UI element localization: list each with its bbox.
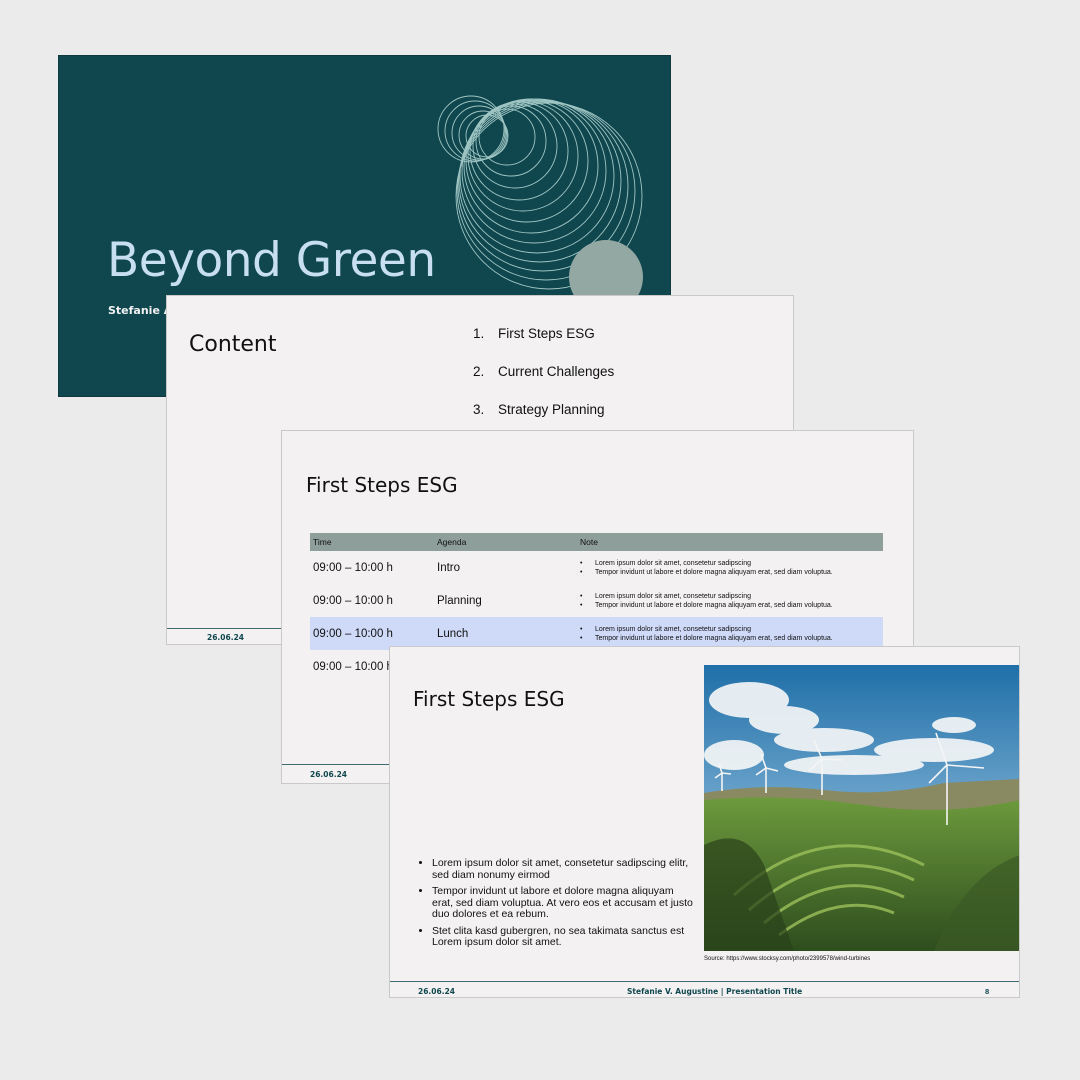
image-source-caption: Source: https://www.stocksy.com/photo/23… — [704, 956, 871, 962]
content-item: 1. First Steps ESG — [473, 326, 595, 341]
content-item: 2. Current Challenges — [473, 364, 615, 379]
table-header-row: Time Agenda Note — [310, 533, 883, 551]
bullet-item: Tempor invidunt ut labore et dolore magn… — [432, 885, 694, 921]
footer-presenter: Stefanie V. Augustine | Presentation Tit… — [627, 987, 803, 996]
footer-date: 26.06.24 — [207, 633, 245, 642]
footer-date: 26.06.24 — [418, 987, 456, 996]
image-slide-heading: First Steps ESG — [413, 687, 565, 711]
content-list: 1. First Steps ESG 2. Current Challenges 3… — [473, 326, 614, 440]
bullet-item: Lorem ipsum dolor sit amet, consetetur s… — [432, 857, 694, 881]
bullet-list: Lorem ipsum dolor sit amet, consetetur s… — [417, 857, 694, 954]
wind-turbines-photo — [704, 665, 1019, 951]
page-number: 8 — [985, 987, 990, 996]
presentation-title: Beyond Green — [107, 233, 436, 288]
column-header-note: Note — [577, 533, 883, 551]
image-slide[interactable]: First Steps ESG Lorem ipsum dolor sit am… — [389, 646, 1020, 998]
content-heading: Content — [189, 332, 277, 357]
table-row: 09:00 – 10:00 h Intro Lorem ipsum dolor … — [310, 551, 883, 584]
column-header-agenda: Agenda — [434, 533, 577, 551]
footer-date: 26.06.24 — [310, 770, 348, 779]
bullet-item: Stet clita kasd gubergren, no sea takima… — [432, 925, 694, 949]
column-header-time: Time — [310, 533, 434, 551]
table-row: 09:00 – 10:00 h Planning Lorem ipsum dol… — [310, 584, 883, 617]
footer-line — [390, 981, 1019, 982]
agenda-heading: First Steps ESG — [306, 473, 458, 497]
